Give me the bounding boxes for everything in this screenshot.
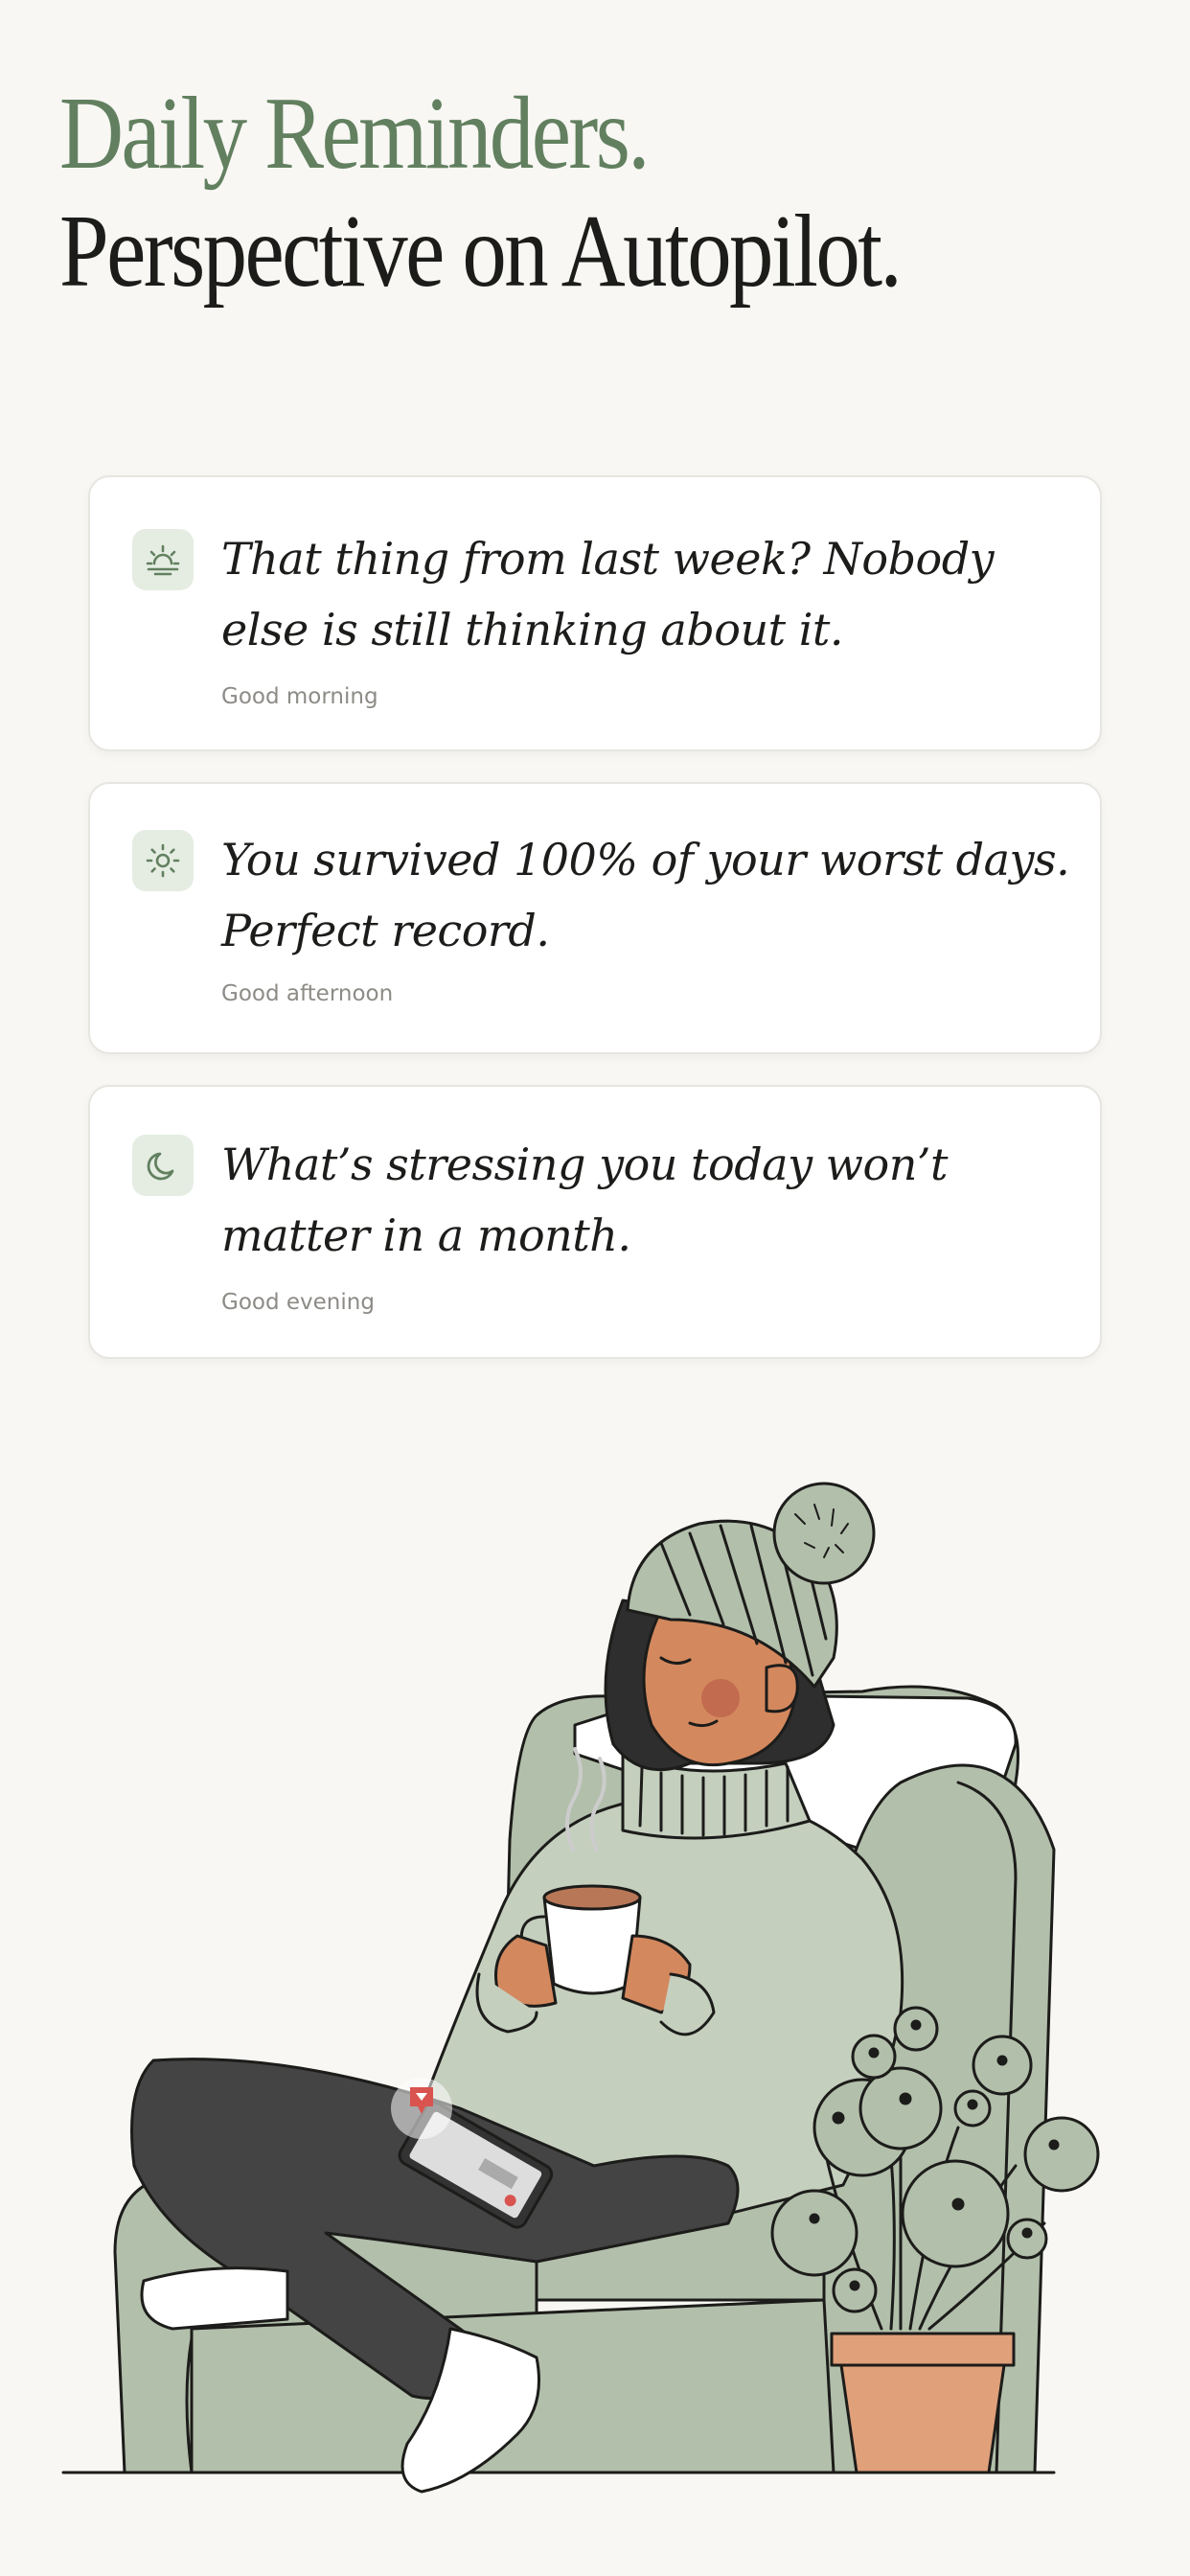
- reminder-card-evening[interactable]: What’s stressing you today won’t matter …: [88, 1085, 1102, 1359]
- reminder-time-label: Good morning: [221, 684, 378, 709]
- headline: Daily Reminders. Perspective on Autopilo…: [59, 75, 1037, 310]
- reminder-card-afternoon[interactable]: You survived 100% of your worst days. Pe…: [88, 782, 1102, 1054]
- ear: [765, 1664, 799, 1714]
- reminder-text: What’s stressing you today won’t matter …: [221, 1138, 948, 1261]
- sun-icon: [132, 830, 194, 891]
- plant-pot: [830, 2332, 1016, 2367]
- headline-line-2: Perspective on Autopilot.: [59, 195, 903, 310]
- relaxing-person-illustration: [61, 1482, 1100, 2494]
- sunrise-icon: [132, 529, 194, 590]
- pompom: [772, 1482, 876, 1585]
- reminder-card-morning[interactable]: That thing from last week? Nobody else i…: [88, 475, 1102, 751]
- headline-line-1: Daily Reminders.: [59, 77, 650, 191]
- reminder-text: That thing from last week? Nobody else i…: [221, 533, 995, 656]
- cheek: [701, 1679, 740, 1717]
- reminder-time-label: Good afternoon: [221, 981, 394, 1006]
- moon-icon: [132, 1135, 194, 1196]
- sock-left: [140, 2266, 289, 2331]
- reminder-text: You survived 100% of your worst days. Pe…: [221, 834, 1070, 956]
- reminder-time-label: Good evening: [221, 1290, 375, 1315]
